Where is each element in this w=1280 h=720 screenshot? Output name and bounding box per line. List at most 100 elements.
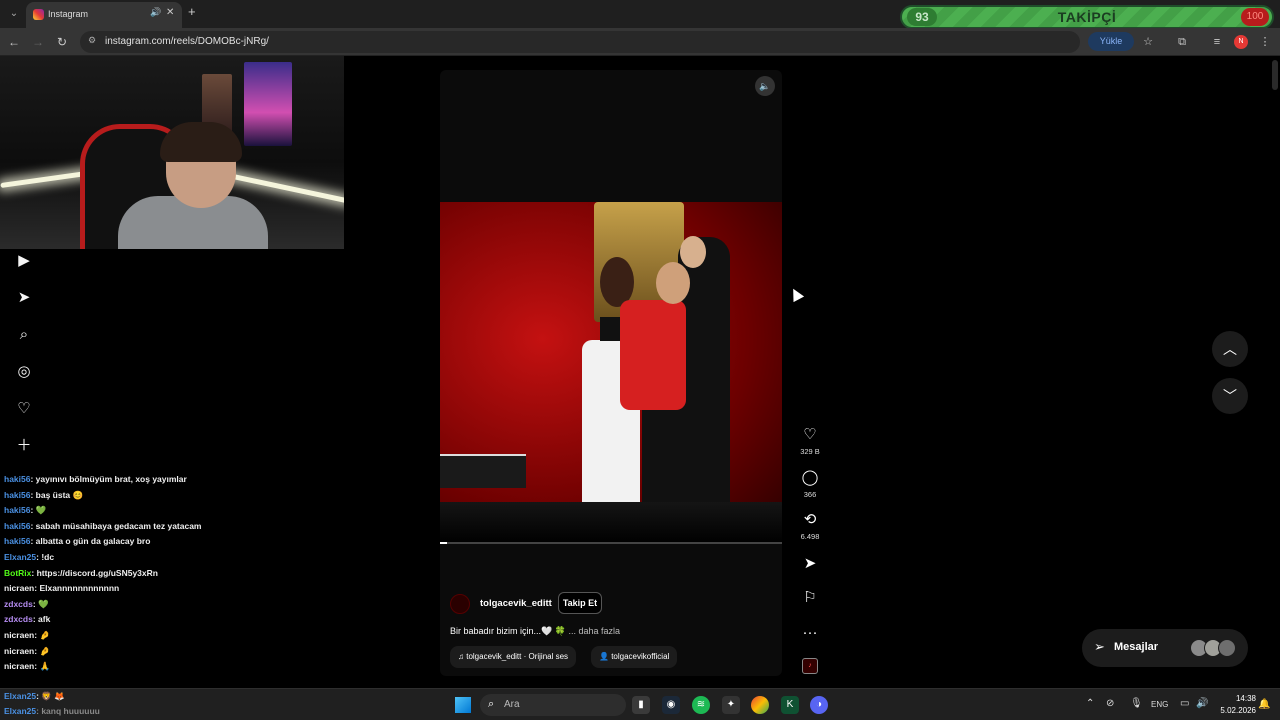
language-indicator[interactable]: ENG: [1151, 700, 1168, 709]
chat-username: haki56: [4, 520, 31, 531]
discord-icon[interactable]: ◑: [810, 696, 828, 714]
repost-icon[interactable]: ⟲: [795, 511, 825, 529]
volume-tray-icon[interactable]: 🔊: [1196, 698, 1208, 709]
scrollbar-thumb[interactable]: [1272, 60, 1278, 90]
wall-poster-2: [244, 62, 292, 146]
chat-username: haki56: [4, 505, 31, 516]
network-icon[interactable]: ▭: [1180, 698, 1189, 709]
taskbar-search[interactable]: ⌕ Ara: [480, 694, 626, 716]
instagram-page: ▶ ➤ ⌕ ◎ ♡ ＋ haki56: yayınıvı bölmüyüm br…: [0, 56, 1280, 688]
chat-message: Elxan25: !dc: [0, 550, 344, 566]
reel-author-row: tolgacevik_editt Takip Et: [450, 592, 750, 614]
comment-action[interactable]: ◯ 366: [795, 469, 825, 499]
chat-message: Elxan25: 🦁 🦊: [0, 689, 240, 704]
chat-text: : baş üsta 😊: [30, 489, 84, 500]
task-view-icon[interactable]: ▮: [632, 696, 650, 714]
repost-action[interactable]: ⟲ 6.498: [795, 511, 825, 541]
spotify-icon[interactable]: ≋: [692, 696, 710, 714]
chat-text: : kanq huuuuuu: [36, 706, 100, 716]
messages-label: Mesajlar: [1114, 641, 1159, 653]
reload-icon[interactable]: ↻: [54, 34, 70, 50]
chat-text: : https://discord.gg/uSN5y3xRn: [31, 567, 158, 578]
tab-close-icon[interactable]: ✕: [166, 7, 174, 18]
send-icon[interactable]: ➤: [10, 279, 38, 316]
messenger-icon: ➢: [1094, 639, 1105, 654]
comment-icon[interactable]: ◯: [795, 469, 825, 487]
reel-player[interactable]: 🔈 tolgacevik_editt Takip Et Bir babadır …: [440, 70, 782, 676]
follower-goal-label: TAKİPÇİ: [1057, 9, 1117, 25]
audio-thumbnail-icon[interactable]: ♪: [802, 658, 818, 674]
address-bar[interactable]: ⚙ instagram.com/reels/DOMOBc-jNRg/: [80, 31, 1080, 53]
search-icon[interactable]: ⌕: [10, 316, 38, 353]
game-app-icon[interactable]: ✦: [722, 696, 740, 714]
tagged-user-label: tolgacevikofficial: [611, 652, 670, 661]
reading-list-icon[interactable]: ≡: [1210, 35, 1224, 49]
more-action[interactable]: ···: [795, 624, 825, 642]
back-icon[interactable]: ←: [6, 34, 22, 50]
author-avatar[interactable]: [450, 594, 470, 614]
system-clock[interactable]: 14:38 5.02.2026: [1216, 693, 1256, 717]
audio-label: tolgacevik_editt · Orijinal ses: [466, 652, 569, 661]
microphone-icon[interactable]: 🎙: [1130, 698, 1143, 709]
chat-username: haki56: [4, 489, 31, 500]
caption-more-link[interactable]: ... daha fazla: [568, 626, 620, 636]
browser-menu-icon[interactable]: ⋮: [1258, 35, 1272, 49]
reels-icon[interactable]: ▶: [10, 242, 38, 279]
save-action[interactable]: ⚐: [795, 589, 825, 607]
next-reel-button[interactable]: ﹀: [1212, 378, 1248, 414]
notification-bell-icon[interactable]: 🔔: [1258, 699, 1270, 710]
chat-username: nicraen: [4, 629, 35, 640]
chat-message: haki56: baş üsta 😊: [0, 488, 344, 504]
audio-chip[interactable]: ♫ tolgacevik_editt · Orijinal ses: [450, 646, 577, 668]
reel-video[interactable]: [440, 202, 782, 544]
steam-icon[interactable]: ◉: [662, 696, 680, 714]
stage-box: [440, 454, 526, 488]
chat-message: nicraen: 🤌: [0, 644, 344, 660]
chat-username: zdxcds: [4, 614, 33, 625]
profile-avatar-icon[interactable]: N: [1234, 35, 1248, 49]
like-action[interactable]: ♡ 329 B: [795, 426, 825, 456]
chat-text: : sabah müsahibaya gedacam tez yatacam: [30, 520, 202, 531]
tab-audio-icon[interactable]: 🔊: [150, 7, 161, 18]
chat-text: : 🦁 🦊: [36, 691, 65, 701]
messages-button[interactable]: ➢ Mesajlar: [1082, 629, 1248, 667]
author-name[interactable]: tolgacevik_editt: [480, 598, 552, 609]
bookmark-star-icon[interactable]: ☆: [1141, 35, 1155, 49]
volume-icon[interactable]: 🔈: [755, 76, 775, 96]
tray-app-icon[interactable]: ⊘: [1106, 698, 1114, 709]
caption-text: Bir babadır bizim için...🤍 🍀: [450, 626, 566, 636]
site-info-icon[interactable]: ⚙: [88, 35, 100, 47]
chrome-icon[interactable]: [751, 696, 769, 714]
bookmark-icon[interactable]: ⚐: [795, 589, 825, 607]
search-placeholder: Ara: [504, 699, 520, 710]
background-person-head: [680, 236, 706, 268]
user-icon: 👤: [599, 652, 612, 661]
tab-instagram[interactable]: Instagram 🔊 ✕: [26, 2, 182, 28]
tab-search-icon[interactable]: ⌄: [6, 6, 22, 22]
more-options-icon[interactable]: ···: [795, 624, 825, 642]
new-tab-icon[interactable]: +: [188, 4, 196, 19]
chat-text: : 💚: [30, 505, 47, 516]
page-scrollbar[interactable]: [1270, 60, 1280, 680]
kick-app-icon[interactable]: K: [781, 696, 799, 714]
chat-message: haki56: 💚: [0, 503, 344, 519]
heart-icon[interactable]: ♡: [795, 426, 825, 444]
extensions-icon[interactable]: ⧉: [1175, 35, 1189, 49]
create-icon[interactable]: ＋: [10, 427, 38, 464]
chat-message: Elxan25: kanq huuuuuu: [0, 704, 240, 719]
explore-icon[interactable]: ◎: [10, 353, 38, 390]
video-progress-bar[interactable]: [440, 542, 782, 544]
notifications-icon[interactable]: ♡: [10, 390, 38, 427]
chat-username: Elxan25: [4, 691, 37, 701]
chat-message: zdxcds: afk: [0, 612, 344, 628]
share-action[interactable]: ➤: [795, 555, 825, 573]
forward-icon[interactable]: →: [30, 34, 46, 50]
tagged-user-chip[interactable]: 👤 tolgacevikofficial: [591, 646, 678, 668]
previous-reel-button[interactable]: ︿: [1212, 331, 1248, 367]
chat-username: nicraen: [4, 645, 35, 656]
tray-overflow-icon[interactable]: ⌃: [1086, 698, 1094, 709]
upload-button[interactable]: Yükle: [1088, 32, 1134, 51]
follow-button[interactable]: Takip Et: [558, 592, 602, 614]
windows-start-icon[interactable]: [455, 697, 471, 713]
share-icon[interactable]: ➤: [795, 555, 825, 573]
